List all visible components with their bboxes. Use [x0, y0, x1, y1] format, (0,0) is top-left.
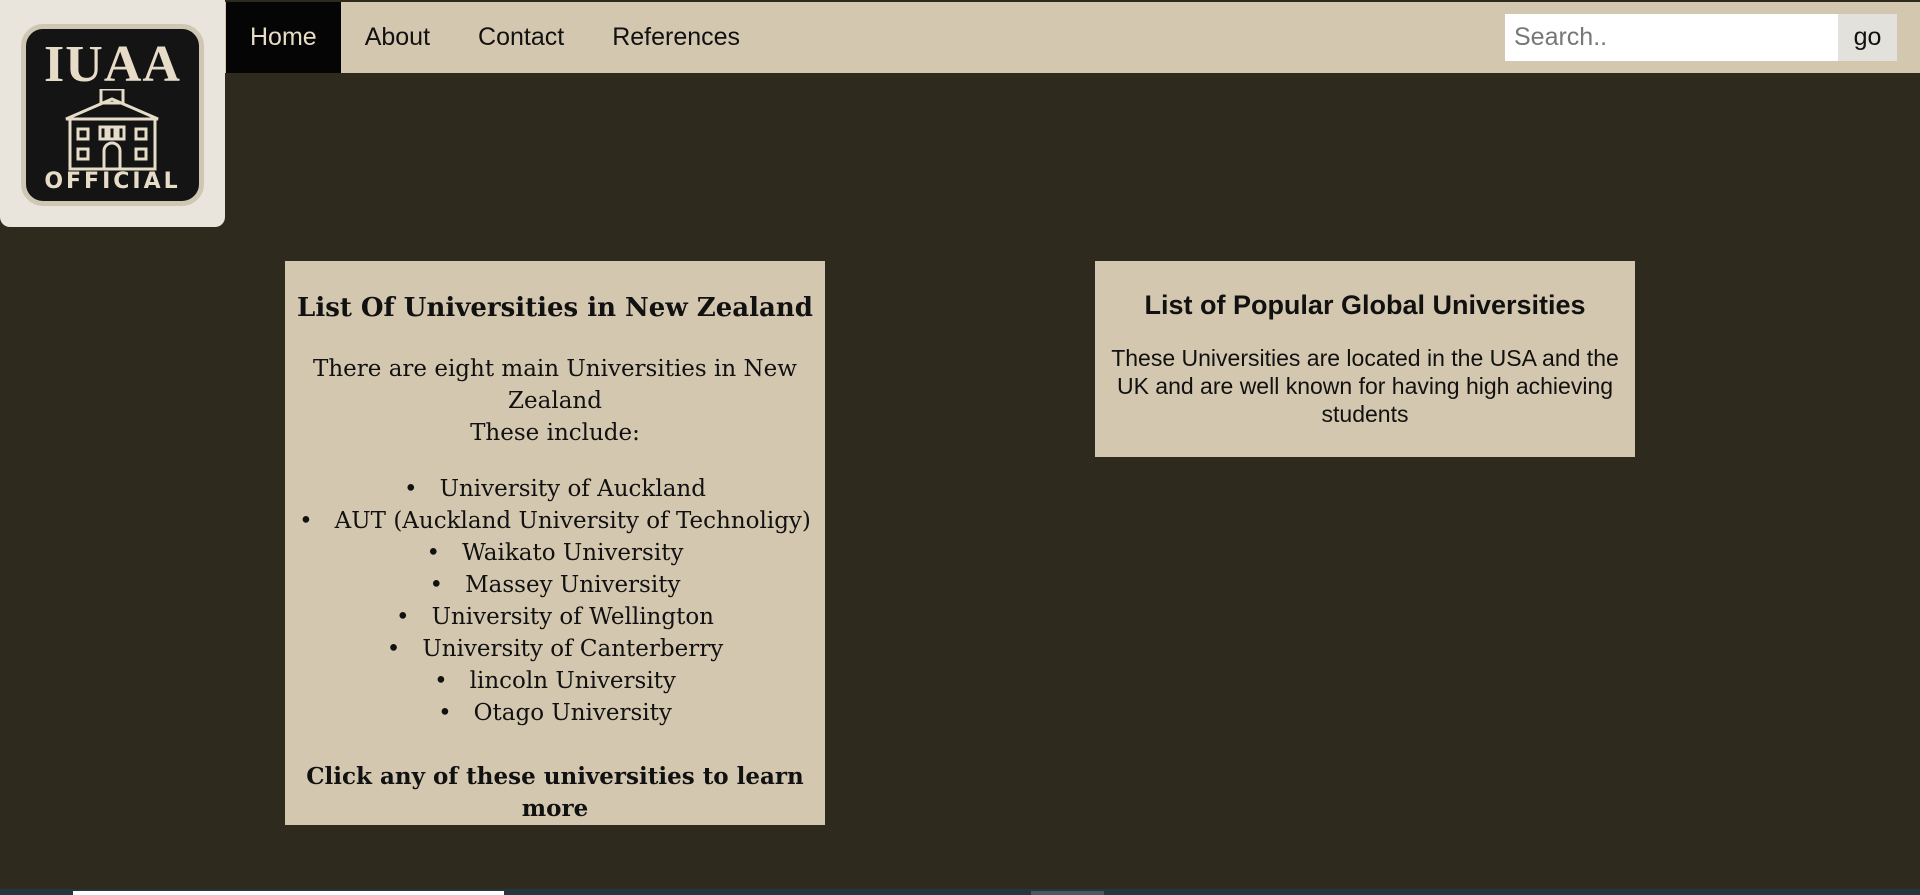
nz-university-list: University of Auckland AUT (Auckland Uni… — [285, 473, 825, 729]
nz-card-intro: There are eight main Universities in New… — [295, 353, 815, 449]
university-link-canterbury[interactable]: University of Canterberry — [285, 633, 825, 665]
university-link-massey[interactable]: Massey University — [285, 569, 825, 601]
nav-about[interactable]: About — [341, 2, 454, 73]
school-building-icon — [65, 89, 159, 171]
university-link-otago[interactable]: Otago University — [285, 697, 825, 729]
university-link-wellington[interactable]: University of Wellington — [285, 601, 825, 633]
main-nav: Home About Contact References — [226, 2, 764, 73]
global-card-description: These Universities are located in the US… — [1111, 345, 1619, 427]
search-input[interactable] — [1505, 14, 1838, 61]
nav-references[interactable]: References — [588, 2, 764, 73]
nav-contact[interactable]: Contact — [454, 2, 588, 73]
search-bar: go — [1505, 14, 1897, 61]
university-link-lincoln[interactable]: lincoln University — [285, 665, 825, 697]
university-link-auckland[interactable]: University of Auckland — [285, 473, 825, 505]
university-link-waikato[interactable]: Waikato University — [285, 537, 825, 569]
nz-card-cta: Click any of these universities to learn… — [306, 763, 804, 822]
logo-title: IUAA — [44, 36, 181, 93]
nz-intro-line: There are eight main Universities in New… — [313, 356, 797, 414]
nz-intro-line: These include: — [470, 420, 640, 446]
scrollbar-marker — [1031, 891, 1104, 895]
search-go-button[interactable]: go — [1838, 14, 1897, 61]
global-card-title: List of Popular Global Universities — [1144, 290, 1586, 320]
logo-badge: IUAA OFFICIAL — [21, 24, 204, 206]
global-universities-card[interactable]: List of Popular Global Universities Thes… — [1095, 261, 1635, 457]
scrollbar-thumb[interactable] — [73, 891, 504, 895]
nz-card-title: List Of Universities in New Zealand — [297, 293, 813, 323]
university-link-aut[interactable]: AUT (Auckland University of Technoligy) — [285, 505, 825, 537]
nav-home[interactable]: Home — [226, 2, 341, 73]
logo-subtitle: OFFICIAL — [44, 169, 181, 194]
nz-universities-card: List Of Universities in New Zealand Ther… — [285, 261, 825, 825]
site-logo[interactable]: IUAA OFFICIAL — [0, 0, 225, 227]
